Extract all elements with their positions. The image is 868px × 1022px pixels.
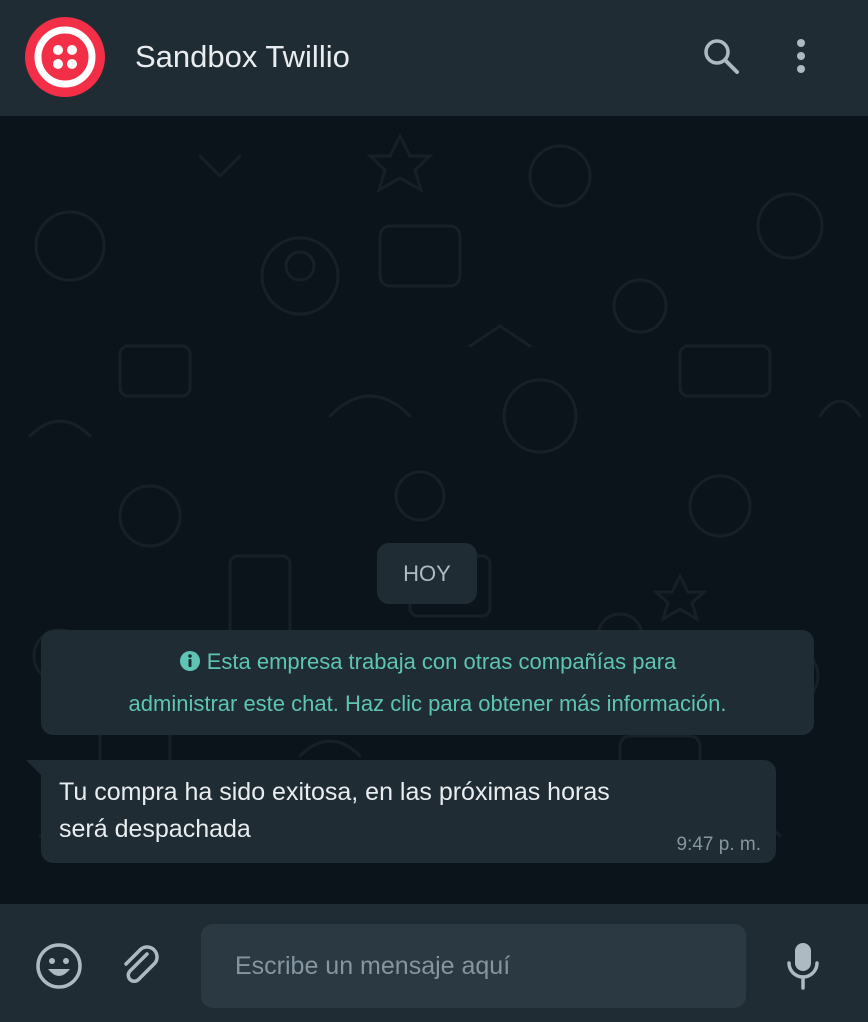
chat-area[interactable]: HOY Esta empresa trabaja con otras compa…: [0, 116, 868, 904]
twilio-logo-icon: [34, 26, 96, 88]
voice-message-button[interactable]: [777, 940, 829, 992]
contact-name[interactable]: Sandbox Twillio: [135, 38, 350, 76]
notice-text-line-1: Esta empresa trabaja con otras compañías…: [206, 649, 677, 674]
paperclip-icon: [124, 945, 159, 983]
attach-button[interactable]: [115, 940, 167, 992]
message-input[interactable]: [201, 924, 746, 1008]
more-vertical-icon: [797, 39, 805, 73]
message-text-line-2: será despachada: [59, 815, 251, 843]
emoji-icon: [36, 943, 82, 989]
incoming-message-bubble[interactable]: Tu compra ha sido exitosa, en las próxim…: [41, 760, 776, 863]
composer-bar: [0, 904, 868, 1022]
chat-header: Sandbox Twillio: [0, 0, 868, 116]
search-icon: [704, 39, 739, 74]
avatar[interactable]: [25, 17, 105, 97]
message-text: Tu compra ha sido exitosa, en las próxim…: [59, 774, 758, 848]
message-timestamp: 9:47 p. m.: [676, 834, 762, 855]
notice-text-line-2: administrar este chat. Haz clic para obt…: [128, 691, 727, 716]
search-button[interactable]: [698, 33, 744, 79]
date-chip: HOY: [377, 543, 477, 604]
microphone-icon: [787, 943, 819, 990]
info-icon: [179, 651, 200, 671]
menu-button[interactable]: [778, 33, 824, 79]
emoji-button[interactable]: [33, 940, 85, 992]
notice-line-1: Esta empresa trabaja con otras compañías…: [41, 641, 814, 683]
message-text-line-1: Tu compra ha sido exitosa, en las próxim…: [59, 778, 610, 806]
business-info-notice[interactable]: Esta empresa trabaja con otras compañías…: [41, 630, 814, 735]
